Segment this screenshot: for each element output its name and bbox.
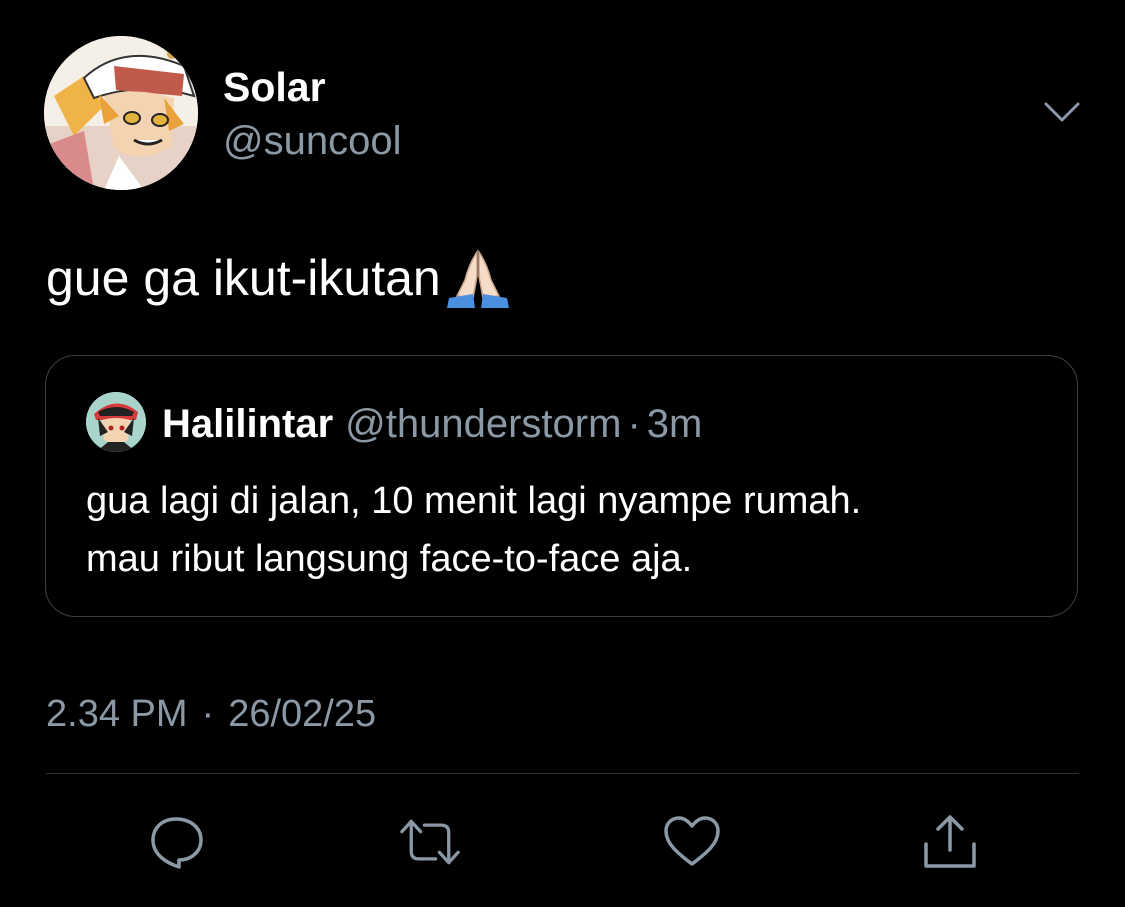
retweet-icon [400,819,460,865]
folded-hands-emoji-icon [443,246,513,310]
like-button[interactable] [662,812,722,872]
tweet-date: 26/02/25 [228,693,377,735]
tweet-time: 2.34 PM [46,693,188,735]
share-icon [924,815,976,868]
quoted-author-name[interactable]: Halilintar [162,402,333,446]
retweet-button[interactable] [400,812,460,872]
quoted-tweet-card[interactable]: Halilintar @thunderstorm · 3m gua lagi di j… [45,355,1078,617]
author-display-name[interactable]: Solar [223,62,326,112]
share-button[interactable] [920,812,980,872]
quoted-tweet-text: gua lagi di jalan, 10 menit lagi nyampe … [86,472,1046,588]
quoted-avatar[interactable] [86,392,146,452]
more-options-button[interactable] [1040,96,1084,132]
avatar[interactable] [44,36,198,190]
tweet-text-content: gue ga ikut-ikutan [46,250,441,306]
anime-character-avatar-icon [44,36,198,190]
quoted-tweet-header: Halilintar @thunderstorm · 3m [162,400,702,448]
quoted-text-line: gua lagi di jalan, 10 menit lagi nyampe … [86,480,862,522]
author-handle[interactable]: @suncool [223,116,401,166]
heart-icon [664,816,720,866]
quoted-timestamp: 3m [646,402,703,446]
quoted-separator: · [627,402,641,446]
reply-icon [151,817,203,869]
tweet-timestamp[interactable]: 2.34 PM · 26/02/25 [46,690,376,738]
chevron-down-icon [1044,102,1080,122]
quoted-author-handle[interactable]: @thunderstorm [345,402,621,446]
timestamp-separator: · [201,693,215,735]
reply-button[interactable] [146,812,206,872]
anime-character-avatar-icon [86,392,146,452]
quoted-text-line: mau ribut langsung face-to-face aja. [86,538,693,580]
tweet-text: gue ga ikut-ikutan [46,246,513,310]
divider [46,773,1079,774]
